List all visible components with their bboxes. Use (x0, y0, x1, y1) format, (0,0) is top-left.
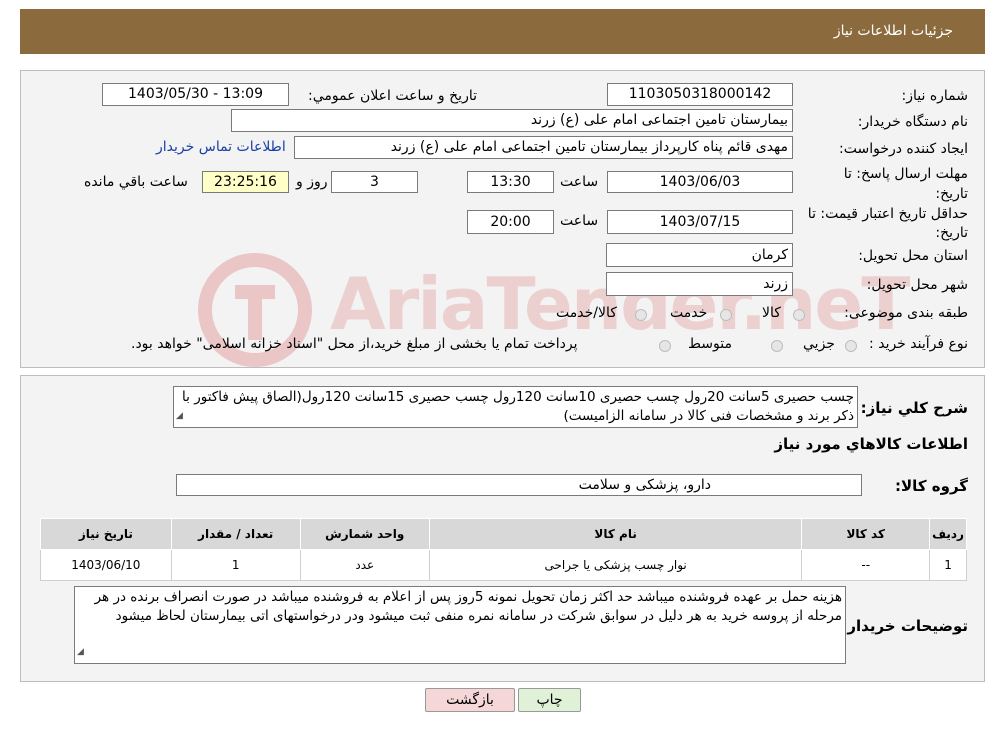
page-header: جزئيات اطلاعات نياز (20, 9, 985, 54)
col-code-header: کد کالا (801, 518, 931, 550)
province-field: کرمان (606, 243, 793, 267)
creator-label: ايجاد کننده درخواست: (839, 141, 968, 157)
print-button[interactable]: چاپ (518, 688, 581, 712)
validity-date-field: 1403/07/15 (607, 210, 793, 234)
deadline-time-field: 13:30 (467, 171, 554, 193)
resize-handle-icon[interactable]: ◢ (176, 407, 183, 426)
cell-qty: 1 (170, 549, 301, 581)
col-row-header: رديف (929, 518, 967, 550)
need-number-field: 1103050318000142 (607, 83, 793, 106)
validity-time-label: ساعت (560, 213, 599, 229)
city-label: شهر محل تحويل: (866, 277, 968, 293)
buyer-contact-link[interactable]: اطلاعات تماس خريدار (156, 139, 286, 155)
col-qty-header: تعداد / مقدار (170, 518, 301, 550)
validity-label: حداقل تاريخ اعتبار قيمت: تا تاريخ: (807, 206, 968, 241)
days-label: روز و (296, 174, 328, 190)
process-radio-minor[interactable] (845, 340, 857, 352)
city-field: زرند (606, 272, 793, 296)
goods-group-field: دارو، پزشکی و سلامت (176, 474, 862, 496)
announce-date-field: 1403/05/30 - 13:09 (102, 83, 289, 106)
col-unit-header: واحد شمارش (299, 518, 430, 550)
category-radio-goods[interactable] (793, 309, 805, 321)
summary-textarea: چسب حصيری 5سانت 20رول چسب حصيری 10سانت 1… (173, 386, 858, 428)
days-field: 3 (331, 171, 418, 193)
cell-name: نوار چسب پزشکی يا جراحی (428, 549, 803, 581)
validity-time-field: 20:00 (467, 210, 554, 234)
process-option-minor: جزيي (803, 336, 835, 352)
buyer-field: بيمارستان تامين اجتماعی امام علی (ع) زرن… (231, 109, 793, 132)
page-title: جزئيات اطلاعات نياز (833, 23, 953, 39)
process-option-medium: متوسط (688, 336, 732, 352)
col-date-header: تاريخ نياز (40, 518, 172, 550)
category-radio-service[interactable] (720, 309, 732, 321)
category-option-service: خدمت (670, 305, 708, 321)
deadline-date-field: 1403/06/03 (607, 171, 793, 193)
col-name-header: نام کالا (428, 518, 803, 550)
cell-row: 1 (929, 549, 967, 581)
buyer-notes-textarea: هزينه حمل بر عهده فروشنده ميباشد حد اکثر… (74, 586, 846, 664)
resize-handle-icon[interactable]: ◢ (77, 643, 84, 662)
category-label: طبقه بندی موضوعی: (844, 305, 968, 321)
remaining-time-field: 23:25:16 (202, 171, 289, 193)
goods-group-label: گروه کالا: (895, 477, 968, 495)
buyer-notes-label: توضيحات خريدار: (841, 617, 968, 635)
announce-label: تاريخ و ساعت اعلان عمومي: (308, 88, 477, 104)
process-radio-treasury[interactable] (659, 340, 671, 352)
need-number-label: شماره نياز: (901, 88, 969, 104)
process-radio-medium[interactable] (771, 340, 783, 352)
summary-label: شرح کلي نياز: (860, 399, 968, 417)
back-button[interactable]: بازگشت (425, 688, 515, 712)
category-radio-both[interactable] (635, 309, 647, 321)
process-label: نوع فرآيند خريد : (869, 336, 968, 352)
cell-date: 1403/06/10 (40, 549, 172, 581)
goods-table: رديف کد کالا نام کالا واحد شمارش تعداد /… (40, 518, 967, 581)
deadline-label: مهلت ارسال پاسخ: تا تاريخ: (843, 166, 968, 202)
cell-code: -- (801, 549, 931, 581)
category-option-both: کالا/خدمت (556, 305, 617, 321)
creator-field: مهدی قائم پناه کارپرداز بيمارستان تامين … (294, 136, 793, 159)
cell-unit: عدد (299, 549, 430, 581)
table-header-row: رديف کد کالا نام کالا واحد شمارش تعداد /… (40, 518, 967, 550)
goods-info-title: اطلاعات کالاهاي مورد نياز (774, 435, 968, 453)
deadline-time-label: ساعت (560, 174, 599, 190)
category-option-goods: کالا (762, 305, 781, 321)
table-row: 1 -- نوار چسب پزشکی يا جراحی عدد 1 1403/… (40, 549, 967, 581)
province-label: استان محل تحويل: (858, 248, 968, 264)
buyer-label: نام دستگاه خريدار: (857, 114, 968, 130)
process-note: پرداخت تمام يا بخشی از مبلغ خريد،از محل … (131, 336, 578, 352)
remaining-label: ساعت باقي مانده (84, 174, 188, 190)
